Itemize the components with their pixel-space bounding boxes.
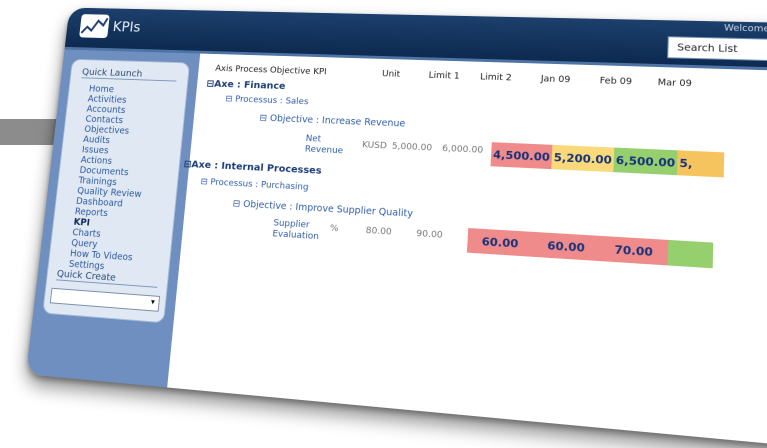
kpi-value-cell[interactable]: 4,500.00 [490, 142, 553, 170]
column-header-limit1: Limit 1 [428, 70, 460, 82]
kpi-name-line2: Evaluation [272, 229, 320, 243]
process-row[interactable]: ⊟ Processus : Sales [225, 95, 309, 108]
kpi-value-cell[interactable]: 60.00 [532, 231, 601, 262]
kpi-value-cell[interactable]: 6,500.00 [613, 147, 678, 176]
axe-label: Axe : Finance [213, 79, 286, 92]
kpi-value-cell[interactable]: 60.00 [466, 228, 534, 257]
app-window: KPIs Welcome Boris Search List Quick Lau… [25, 7, 767, 448]
kpi-value-cell[interactable]: 5, [676, 150, 725, 178]
sidebar: Quick Launch Home Activities Accounts Co… [25, 49, 201, 388]
app-logo[interactable]: KPIs [78, 13, 142, 40]
quick-launch-title: Quick Launch [81, 67, 178, 82]
column-header-axis: Axis Process Objective KPI [214, 64, 328, 78]
process-row[interactable]: ⊟ Processus : Purchasing [200, 177, 309, 192]
objective-label: Objective : Increase Revenue [269, 113, 406, 130]
kpi-name[interactable]: Net Revenue [304, 134, 344, 157]
kpi-value-cell[interactable]: 5,200.00 [551, 144, 615, 173]
welcome-text: Welcome Boris [723, 23, 767, 36]
kpi-limit2: 6,000.00 [441, 143, 484, 156]
process-label: Processus : Sales [234, 94, 309, 108]
quick-launch-panel: Quick Launch Home Activities Accounts Co… [42, 58, 191, 324]
kpi-table: Axis Process Objective KPI Unit Limit 1 … [175, 58, 767, 448]
kpi-name[interactable]: Supplier Evaluation [272, 218, 320, 243]
kpi-value-cell[interactable] [667, 239, 714, 269]
kpi-value-cell[interactable]: 70.00 [599, 235, 669, 266]
objective-row[interactable]: ⊟ Objective : Improve Supplier Quality [232, 198, 413, 219]
chevron-down-icon: ▾ [150, 297, 156, 307]
quick-create-select[interactable]: ▾ [49, 287, 161, 312]
process-label: Processus : Purchasing [209, 177, 309, 193]
kpi-limit1: 80.00 [365, 225, 393, 238]
column-header-unit: Unit [381, 69, 401, 80]
kpi-name-line2: Revenue [304, 144, 344, 157]
kpi-unit: % [329, 223, 339, 235]
nav-list: Home Activities Accounts Contacts Object… [68, 84, 153, 274]
objective-row[interactable]: ⊟ Objective : Increase Revenue [259, 113, 406, 130]
objective-label: Objective : Improve Supplier Quality [242, 198, 414, 220]
kpi-limit2: 90.00 [415, 229, 443, 241]
axe-row[interactable]: ⊟Axe : Finance [206, 79, 286, 92]
column-header-jan: Jan 09 [540, 74, 571, 86]
column-header-mar: Mar 09 [657, 78, 692, 90]
screenshot-scene: KPIs Welcome Boris Search List Quick Lau… [0, 0, 767, 448]
kpi-unit: KUSD [361, 140, 388, 152]
search-list-button[interactable]: Search List [667, 36, 767, 63]
chart-logo-icon [78, 13, 111, 39]
column-header-limit2: Limit 2 [479, 72, 512, 84]
quick-create-title: Quick Create [56, 268, 159, 288]
axe-label: Axe : Internal Processes [190, 159, 322, 177]
logo-text: KPIs [111, 18, 142, 36]
axe-row[interactable]: ⊟Axe : Internal Processes [183, 159, 322, 177]
column-header-feb: Feb 09 [599, 76, 633, 88]
kpi-limit1: 5,000.00 [391, 141, 433, 154]
